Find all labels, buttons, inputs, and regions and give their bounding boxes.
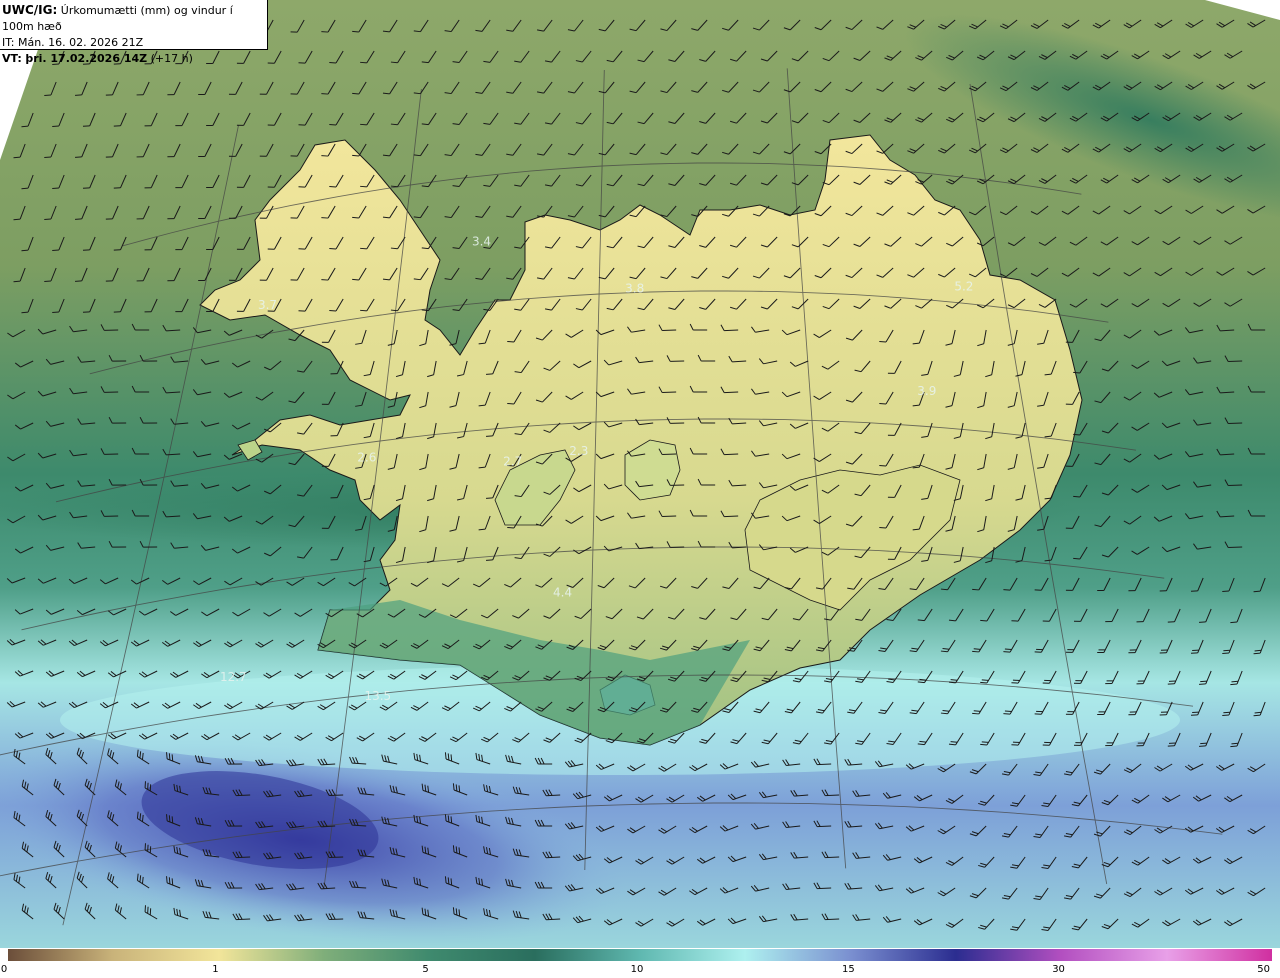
colorbar-tick-label: 10 <box>630 964 644 975</box>
precip-value-label: 2.3 <box>569 444 588 458</box>
precip-value-label: 3.7 <box>258 298 277 312</box>
forecast-map[interactable]: 3.4 3.7 3.8 5.2 3.9 2.6 2.7 2.3 4.4 12.7 13.5 <box>0 0 1280 948</box>
colorbar-tick-label: 1 <box>212 964 219 975</box>
colorbar-tick-label: 50 <box>1257 964 1271 975</box>
info-box: UWC/IG: Úrkomumætti (mm) og vindur í 100… <box>0 0 268 65</box>
valid-time: þri. 17.02.2026 14Z <box>25 52 148 65</box>
colorbar-tick-label: 5 <box>422 964 429 975</box>
precip-value-label: 13.5 <box>364 689 391 703</box>
valid-prefix: VT: <box>2 52 22 65</box>
map-area[interactable]: 3.4 3.7 3.8 5.2 3.9 2.6 2.7 2.3 4.4 12.7 13.5 UWC/… <box>0 0 1280 948</box>
precip-value-label: 3.4 <box>472 235 491 249</box>
colorbar <box>8 949 1272 961</box>
precip-value-label: 4.4 <box>553 585 572 599</box>
precip-value-label: 2.6 <box>357 451 376 465</box>
init-time: IT: Mán. 16. 02. 2026 21Z <box>2 36 144 49</box>
info-title-line: UWC/IG: Úrkomumætti (mm) og vindur í 100… <box>2 2 267 35</box>
model-name: UWC/IG: <box>2 3 58 17</box>
precip-value-label: 12.7 <box>220 670 247 684</box>
colorbar-tick-label: 0 <box>0 964 8 975</box>
precip-value-label: 3.9 <box>917 384 936 398</box>
precip-value-label: 3.8 <box>625 282 644 296</box>
precip-value-label: 5.2 <box>954 280 973 294</box>
valid-time-line: VT: þri. 17.02.2026 14Z (+17 h) <box>2 51 267 67</box>
colorbar-tick-label: 30 <box>1052 964 1065 975</box>
precip-value-label: 2.7 <box>503 455 522 469</box>
colorbar-tick-label: 15 <box>842 964 855 975</box>
colorbar-ticks: 0 1 5 10 15 30 50 <box>0 961 1280 978</box>
lead-time: (+17 h) <box>150 52 193 65</box>
